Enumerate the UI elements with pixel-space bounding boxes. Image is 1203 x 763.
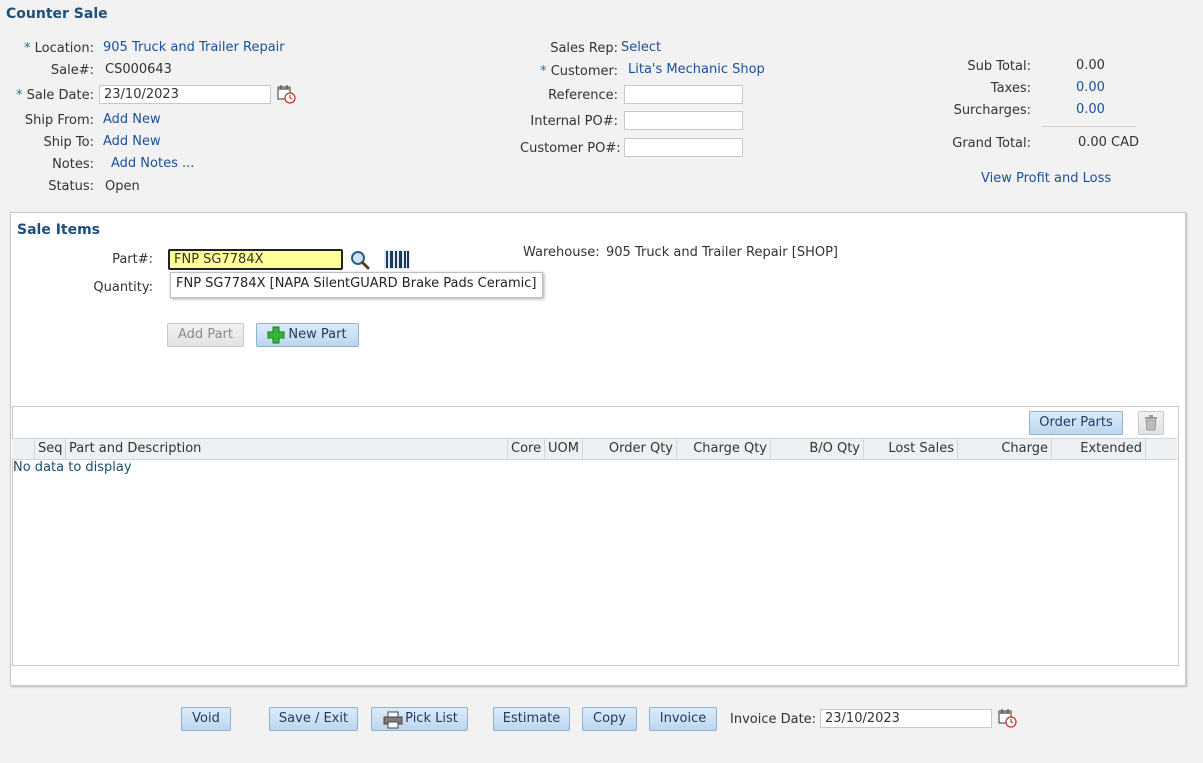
col-charge-qty[interactable]: Charge Qty <box>677 439 771 459</box>
col-extended[interactable]: Extended <box>1052 439 1146 459</box>
printer-icon <box>383 711 403 729</box>
ship-from-label: Ship From: <box>24 113 94 128</box>
invoice-date-label: Invoice Date: <box>730 712 817 727</box>
sale-date-label: * Sale Date: <box>15 88 94 103</box>
invoice-date-input[interactable] <box>820 709 992 728</box>
quantity-label: Quantity: <box>93 280 153 295</box>
part-suggestion-item[interactable]: FNP SG7784X [NAPA SilentGUARD Brake Pads… <box>170 272 543 298</box>
col-order-qty[interactable]: Order Qty <box>583 439 677 459</box>
grand-total-value: 0.00 <box>1078 135 1107 150</box>
part-number-label: Part#: <box>112 252 153 267</box>
customer-link[interactable]: Lita's Mechanic Shop <box>628 62 765 77</box>
calendar-clock-icon[interactable] <box>276 84 296 104</box>
save-exit-button[interactable]: Save / Exit <box>269 707 358 731</box>
warehouse-value: 905 Truck and Trailer Repair [SHOP] <box>606 245 838 260</box>
warehouse-label: Warehouse: <box>523 245 600 260</box>
customer-po-input[interactable] <box>624 138 743 157</box>
view-profit-loss-link[interactable]: View Profit and Loss <box>981 171 1111 186</box>
sale-date-input[interactable] <box>99 85 271 104</box>
add-part-button[interactable]: Add Part <box>167 323 244 347</box>
col-charge[interactable]: Charge <box>958 439 1052 459</box>
sale-items-title: Sale Items <box>17 222 101 238</box>
grid-header-select <box>12 439 35 459</box>
page-title: Counter Sale <box>6 6 108 22</box>
grid-empty-text: No data to display <box>13 460 132 475</box>
search-icon[interactable] <box>349 249 371 271</box>
trash-icon <box>1145 415 1157 431</box>
plus-icon <box>267 326 285 344</box>
new-part-button[interactable]: New Part <box>256 323 359 347</box>
col-core[interactable]: Core <box>508 439 545 459</box>
col-seq[interactable]: Seq <box>35 439 66 459</box>
ship-to-label: Ship To: <box>43 135 94 150</box>
col-uom[interactable]: UOM <box>545 439 583 459</box>
order-parts-button[interactable]: Order Parts <box>1029 411 1123 435</box>
currency-code: CAD <box>1111 135 1139 150</box>
estimate-button[interactable]: Estimate <box>493 707 570 731</box>
internal-po-input[interactable] <box>624 111 743 130</box>
totals-divider <box>1042 126 1136 127</box>
delete-row-button[interactable] <box>1138 411 1164 435</box>
taxes-label: Taxes: <box>990 81 1031 96</box>
sales-rep-select-link[interactable]: Select <box>621 40 661 55</box>
surcharges-label: Surcharges: <box>953 103 1031 118</box>
pick-list-label: Pick List <box>405 711 458 726</box>
void-button[interactable]: Void <box>181 707 231 731</box>
invoice-button[interactable]: Invoice <box>649 707 717 731</box>
col-part-description[interactable]: Part and Description <box>66 439 508 459</box>
part-number-input[interactable] <box>168 249 343 270</box>
sub-total-value: 0.00 <box>1076 58 1105 73</box>
add-notes-link[interactable]: Add Notes ... <box>111 156 194 171</box>
customer-po-label: Customer PO#: <box>520 141 621 156</box>
new-part-label: New Part <box>288 327 347 342</box>
ship-to-add-link[interactable]: Add New <box>103 134 161 149</box>
col-bo-qty[interactable]: B/O Qty <box>771 439 864 459</box>
sales-rep-label: Sales Rep: <box>550 41 618 56</box>
taxes-link[interactable]: 0.00 <box>1076 80 1105 95</box>
sale-number-label: Sale#: <box>50 63 94 78</box>
barcode-icon[interactable] <box>383 248 411 270</box>
copy-button[interactable]: Copy <box>582 707 637 731</box>
col-lost-sales[interactable]: Lost Sales <box>864 439 958 459</box>
status-label: Status: <box>48 179 94 194</box>
calendar-clock-icon[interactable] <box>997 708 1017 728</box>
location-link[interactable]: 905 Truck and Trailer Repair <box>103 40 285 55</box>
notes-label: Notes: <box>52 157 94 172</box>
reference-label: Reference: <box>548 88 618 103</box>
pick-list-button[interactable]: Pick List <box>371 707 468 731</box>
sub-total-label: Sub Total: <box>967 59 1031 74</box>
grid-header: Seq Part and Description Core UOM Order … <box>12 438 1177 460</box>
surcharges-link[interactable]: 0.00 <box>1076 102 1105 117</box>
ship-from-add-link[interactable]: Add New <box>103 112 161 127</box>
grand-total-label: Grand Total: <box>952 136 1031 151</box>
location-label: * Location: <box>23 41 94 56</box>
customer-label: * Customer: <box>540 64 618 79</box>
reference-input[interactable] <box>624 85 743 104</box>
sale-number-value: CS000643 <box>105 62 172 77</box>
sale-items-panel: Sale Items Part#: Quantity: FNP SG7784X … <box>10 212 1186 686</box>
status-value: Open <box>105 179 140 194</box>
internal-po-label: Internal PO#: <box>530 114 618 129</box>
